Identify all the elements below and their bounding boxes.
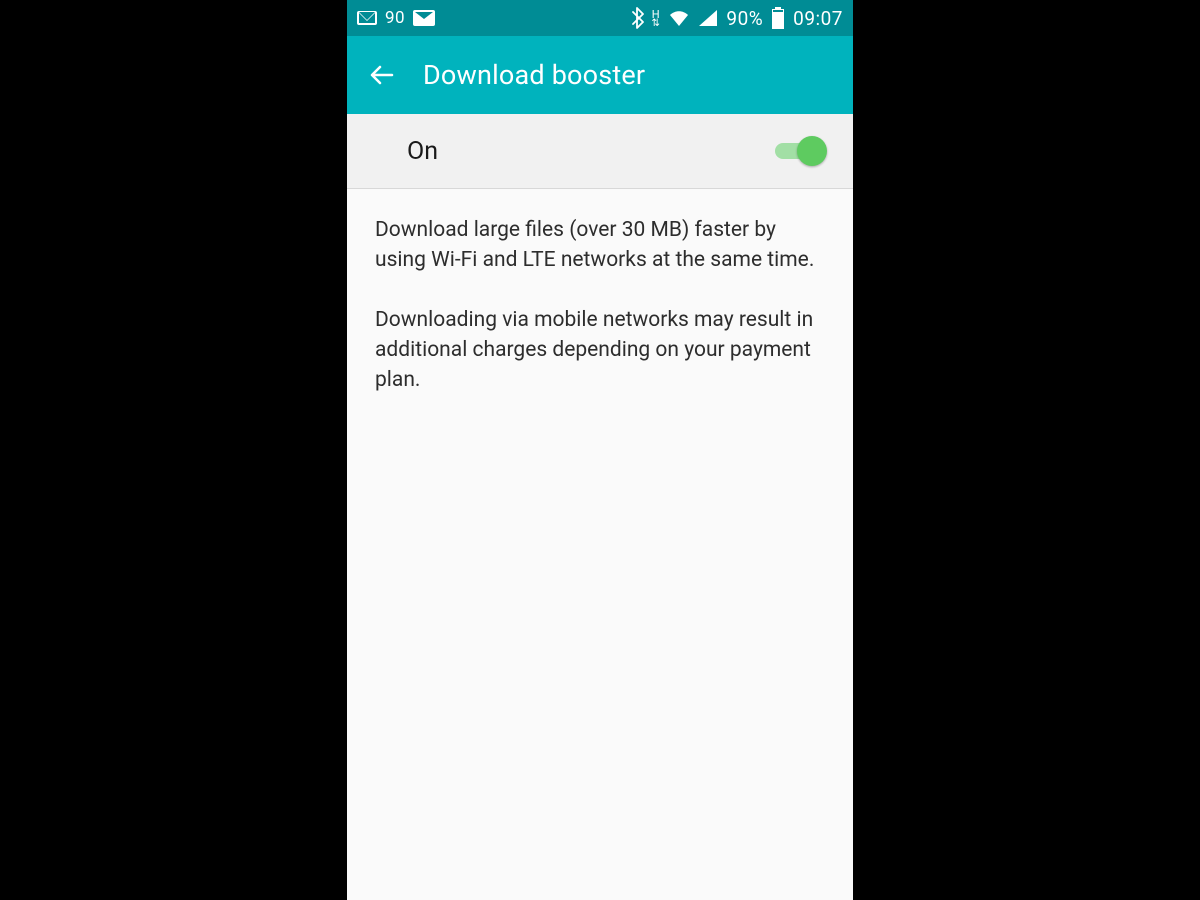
data-arrows-icon: ⇅ (652, 20, 661, 28)
wifi-icon (668, 9, 690, 27)
battery-percent: 90% (726, 7, 763, 30)
content-area: Download large files (over 30 MB) faster… (347, 189, 853, 900)
message-icon (413, 10, 435, 26)
description-paragraph-2: Downloading via mobile networks may resu… (375, 305, 825, 395)
phone-screen: 90 H ⇅ (347, 0, 853, 900)
back-button[interactable] (367, 62, 395, 88)
arrow-left-icon (368, 62, 394, 88)
toggle-label: On (407, 137, 773, 166)
gmail-icon (357, 11, 377, 25)
bluetooth-icon (631, 7, 644, 29)
toggle-switch[interactable] (773, 136, 827, 166)
status-right: H ⇅ 90% 09:07 (631, 7, 844, 30)
status-bar: 90 H ⇅ (347, 0, 853, 36)
description-paragraph-1: Download large files (over 30 MB) faster… (375, 215, 825, 275)
notification-count: 90 (385, 8, 405, 28)
cell-signal-icon (698, 9, 718, 27)
master-toggle-row[interactable]: On (347, 114, 853, 189)
battery-icon (771, 7, 785, 29)
clock: 09:07 (793, 7, 843, 30)
page-title: Download booster (423, 59, 645, 91)
status-left: 90 (357, 8, 435, 28)
mobile-data-indicator: H ⇅ (652, 9, 661, 28)
switch-thumb (797, 136, 827, 166)
app-bar: Download booster (347, 36, 853, 114)
